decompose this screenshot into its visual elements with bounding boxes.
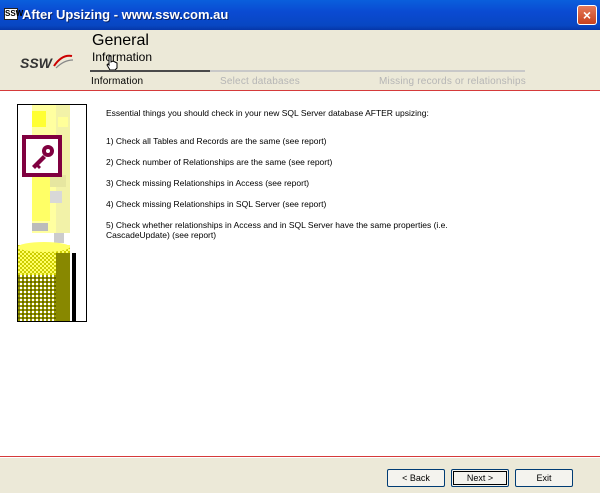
- window-title: After Upsizing - www.ssw.com.au: [22, 7, 229, 22]
- page-title: General: [92, 32, 149, 49]
- access-database-icon: [18, 105, 76, 321]
- intro-text: Essential things you should check in you…: [106, 108, 429, 118]
- step-select-databases: Select databases: [220, 76, 300, 87]
- back-button[interactable]: < Back: [387, 469, 445, 487]
- header-divider: [0, 90, 600, 91]
- step-bar-2: [210, 70, 365, 72]
- upsizing-illustration: [17, 104, 87, 322]
- step-bar-3: [365, 70, 525, 72]
- wizard-footer: [0, 458, 600, 493]
- checklist-item: 3) Check missing Relationships in Access…: [106, 178, 310, 188]
- step-missing-records: Missing records or relationships: [379, 76, 527, 87]
- close-button[interactable]: ×: [577, 5, 597, 25]
- ssw-logo: SSW: [20, 54, 74, 71]
- checklist-content: Essential things you should check in you…: [106, 108, 466, 251]
- page-subtitle: Information: [92, 50, 153, 64]
- step-bar-1: [90, 70, 210, 72]
- app-icon: SSW: [4, 8, 24, 20]
- close-icon: ×: [582, 7, 592, 23]
- exit-button[interactable]: Exit: [515, 469, 573, 487]
- ssw-logo-text: SSW: [20, 55, 54, 71]
- checklist-item: 4) Check missing Relationships in SQL Se…: [106, 199, 327, 209]
- checklist-item: 1) Check all Tables and Records are the …: [106, 136, 327, 146]
- window-titlebar[interactable]: SSW After Upsizing - www.ssw.com.au ×: [0, 0, 600, 30]
- step-information: Information: [91, 76, 144, 87]
- wizard-steps: Information Select databases Missing rec…: [0, 70, 600, 90]
- checklist-item: 2) Check number of Relationships are the…: [106, 157, 333, 167]
- next-button[interactable]: Next >: [451, 469, 509, 487]
- hand-cursor-icon: [106, 55, 118, 71]
- footer-divider: [0, 456, 600, 457]
- checklist-item: 5) Check whether relationships in Access…: [106, 220, 448, 240]
